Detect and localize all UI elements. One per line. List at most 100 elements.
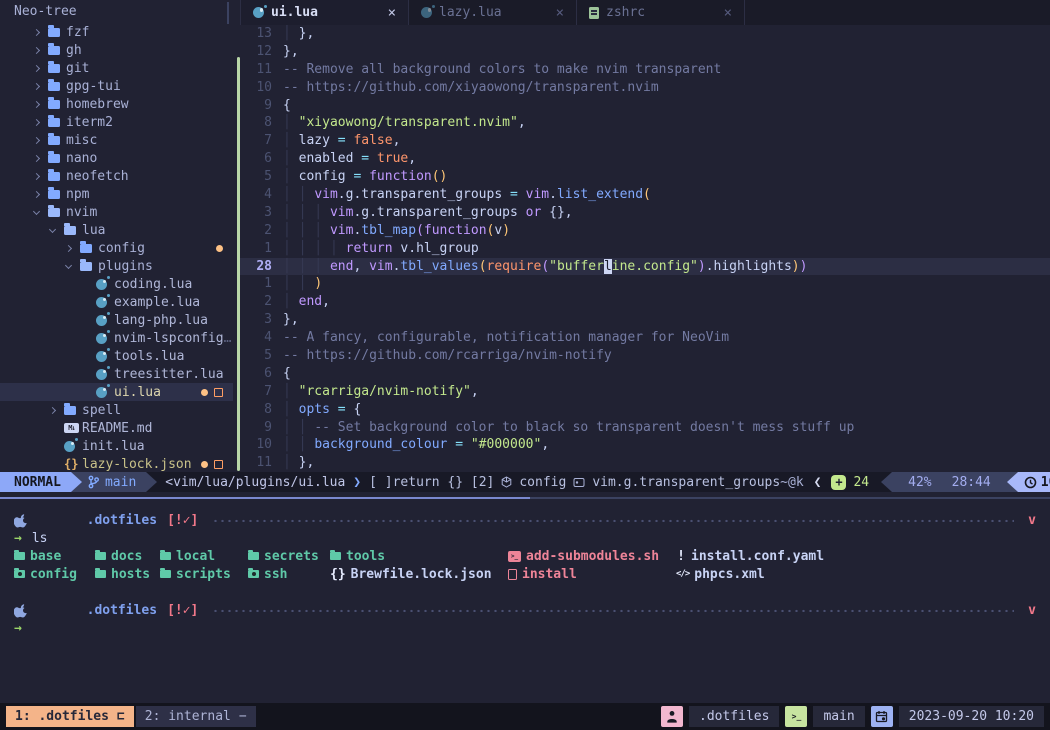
expander-icon[interactable] <box>48 408 64 413</box>
ls-entry-tools: tools <box>330 547 508 565</box>
indent-guides: │ │ <box>283 187 314 202</box>
tab-label: ui.lua <box>271 5 318 20</box>
tree-folder-config[interactable]: config <box>0 239 233 257</box>
active-prompt[interactable]: → <box>14 619 1036 637</box>
tree-file-coding.lua[interactable]: coding.lua <box>0 275 233 293</box>
block-cursor: l <box>604 259 612 274</box>
tree-file-nvim-lspconfig[interactable]: nvim-lspconfig… <box>0 329 233 347</box>
ls-entry-hosts: hosts <box>95 565 160 583</box>
expander-icon[interactable] <box>32 174 48 179</box>
code-editor[interactable]: 13│ },12},11-- Remove all background col… <box>240 25 1050 472</box>
code-token: = <box>361 151 377 166</box>
expander-icon[interactable] <box>32 156 48 161</box>
tree-file-lazy-lock.json[interactable]: {}lazy-lock.json <box>0 455 233 472</box>
code-line: 6{ <box>240 365 1050 383</box>
expander-icon[interactable] <box>32 66 48 71</box>
expander-icon[interactable] <box>32 48 48 53</box>
tree-file-README.md[interactable]: M↓README.md <box>0 419 233 437</box>
tree-item-label: coding.lua <box>114 277 192 292</box>
tree-item-label: treesitter.lua <box>114 367 224 382</box>
tree-folder-git[interactable]: git <box>0 59 233 77</box>
expander-icon[interactable] <box>32 120 48 125</box>
indent-guides: │ <box>283 402 299 417</box>
indent-guides: │ │ <box>283 420 314 435</box>
close-icon[interactable]: × <box>724 5 732 21</box>
tree-folder-fzf[interactable]: fzf <box>0 23 233 41</box>
code-token: ( <box>541 259 549 274</box>
expander-icon[interactable] <box>32 192 48 197</box>
code-token: {}, <box>541 205 572 220</box>
code-token: .g.transparent_groups <box>338 187 510 202</box>
tree-file-ui.lua[interactable]: ui.lua <box>0 383 233 401</box>
expander-icon[interactable] <box>64 246 80 251</box>
folder-open-icon <box>48 208 60 217</box>
lua-file-icon <box>96 315 107 326</box>
tree-folder-misc[interactable]: misc <box>0 131 233 149</box>
tree-file-init.lua[interactable]: init.lua <box>0 437 233 455</box>
tmux-pane-border[interactable] <box>0 497 1050 499</box>
code-token: opts <box>299 402 330 417</box>
chevron-right-icon <box>33 154 40 161</box>
expander-icon[interactable] <box>32 102 48 107</box>
tree-folder-lua[interactable]: lua <box>0 221 233 239</box>
chevron-down-icon <box>49 225 56 232</box>
tree-folder-npm[interactable]: npm <box>0 185 233 203</box>
tree-folder-nvim[interactable]: nvim <box>0 203 233 221</box>
apple-icon <box>14 573 77 648</box>
tree-folder-iterm2[interactable]: iterm2 <box>0 113 233 131</box>
expander-icon[interactable] <box>32 30 48 35</box>
close-icon[interactable]: × <box>388 5 396 21</box>
tree-folder-homebrew[interactable]: homebrew <box>0 95 233 113</box>
statusline: NORMAL main <vim/lua/plugins/ui.lua ❯ [ … <box>0 472 1050 492</box>
tab-zshrc[interactable]: zshrc× <box>577 0 745 25</box>
code-token: -- Remove all background colors to make … <box>283 62 721 77</box>
folder-icon <box>48 64 60 73</box>
expander-icon[interactable] <box>32 84 48 89</box>
code-line: 1│ │ ) <box>240 275 1050 293</box>
clock-segment: 10:20 <box>1018 472 1050 492</box>
close-icon[interactable]: × <box>556 5 564 21</box>
scroll-percent: 42% <box>908 475 931 490</box>
expander-icon[interactable] <box>32 138 48 143</box>
line-number: 8 <box>240 114 272 132</box>
code-token: , <box>393 133 401 148</box>
code-token: . <box>549 187 557 202</box>
tree-file-tools.lua[interactable]: tools.lua <box>0 347 233 365</box>
tmux-window-dash-icon: − <box>239 709 247 724</box>
folder-icon <box>48 190 60 199</box>
tab-ui.lua[interactable]: ui.lua × <box>241 0 409 25</box>
chevron-right-icon <box>33 136 40 143</box>
tree-folder-gpg-tui[interactable]: gpg-tui <box>0 77 233 95</box>
window-separator-line <box>237 57 240 471</box>
tree-file-example.lua[interactable]: example.lua <box>0 293 233 311</box>
code-token: .highlights <box>706 259 792 274</box>
tree-folder-nano[interactable]: nano <box>0 149 233 167</box>
tmux-window-1[interactable]: 1: .dotfiles ⊏ <box>6 706 134 727</box>
tree-item-label: lang-php.lua <box>114 313 208 328</box>
expander-icon[interactable] <box>32 211 48 214</box>
tree-item-label: init.lua <box>82 439 145 454</box>
special-folder-icon <box>248 570 259 578</box>
code-line: 2│ end, <box>240 293 1050 311</box>
chevron-right-icon <box>33 46 40 53</box>
tree-folder-gh[interactable]: gh <box>0 41 233 59</box>
tree-file-treesitter.lua[interactable]: treesitter.lua <box>0 365 233 383</box>
tree-item-label: ui.lua <box>114 385 161 400</box>
git-added-icon: + <box>831 475 846 490</box>
tmux-window-2[interactable]: 2: internal − <box>136 706 256 727</box>
tree-folder-spell[interactable]: spell <box>0 401 233 419</box>
tree-item-label: config <box>98 241 145 256</box>
neo-tree-scrollbar-thumb[interactable] <box>227 2 229 24</box>
tab-lazy.lua[interactable]: lazy.lua× <box>409 0 577 25</box>
expander-icon[interactable] <box>48 229 64 232</box>
expander-icon[interactable] <box>64 265 80 268</box>
tree-file-lang-php.lua[interactable]: lang-php.lua <box>0 311 233 329</box>
code-token: tbl_map <box>361 223 416 238</box>
ls-entry-name: local <box>176 549 215 564</box>
tmux-status-bar: 1: .dotfiles ⊏ 2: internal − .dotfiles >… <box>0 703 1050 730</box>
shell-pane[interactable]: .dotfiles [!✓] v → ls basedocslocalsecre… <box>0 505 1050 703</box>
code-line: 9│ │ -- Set background color to black so… <box>240 419 1050 437</box>
tree-folder-neofetch[interactable]: neofetch <box>0 167 233 185</box>
tree-folder-plugins[interactable]: plugins <box>0 257 233 275</box>
ls-entry-name: docs <box>111 549 142 564</box>
